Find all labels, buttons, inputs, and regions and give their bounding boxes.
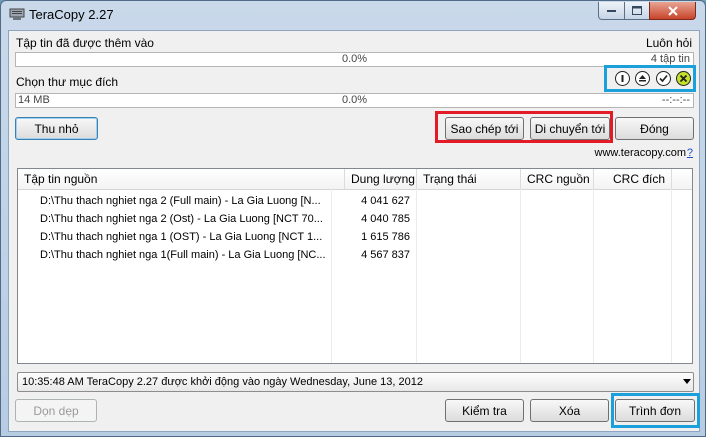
table-row[interactable]: D:\Thu thach nghiet nga 2 (Full main) - … (18, 192, 692, 210)
maximize-window-button[interactable] (624, 2, 650, 20)
row-file-name: D:\Thu thach nghiet nga 1 (OST) - La Gia… (40, 231, 323, 243)
column-size[interactable]: Dung lượng (345, 169, 417, 189)
cancel-icon[interactable] (676, 71, 691, 86)
table-row[interactable]: D:\Thu thach nghiet nga 2 (Ost) - La Gia… (18, 210, 692, 228)
row-file-size: 4 567 837 (361, 249, 410, 261)
close-icon (667, 5, 678, 16)
source-mode-link[interactable]: Luôn hỏi (646, 36, 692, 50)
clear-button[interactable]: Dọn dẹp (15, 399, 97, 422)
client-area: Tập tin đã được thêm vào Luôn hỏi 0.0% 4… (8, 30, 700, 432)
file-list[interactable]: Tập tin nguồn Dung lượng Trạng thái CRC … (17, 168, 693, 364)
status-log-text: 10:35:48 AM TeraCopy 2.27 được khởi động… (22, 376, 423, 388)
target-progress-bar: 14 MB 0.0% --:--:-- (15, 93, 694, 108)
verify-button[interactable]: Kiểm tra (445, 399, 524, 422)
delete-button[interactable]: Xóa (530, 399, 609, 422)
eject-icon[interactable] (635, 71, 650, 86)
window-title: TeraCopy 2.27 (29, 7, 114, 22)
table-row[interactable]: D:\Thu thach nghiet nga 1(Full main) - L… (18, 246, 692, 264)
maximize-icon (632, 6, 642, 15)
row-file-name: D:\Thu thach nghiet nga 2 (Ost) - La Gia… (40, 213, 323, 225)
source-progress-text: 0.0% (341, 53, 368, 65)
row-file-size: 4 040 785 (361, 213, 410, 225)
file-list-header: Tập tin nguồn Dung lượng Trạng thái CRC … (18, 169, 692, 190)
close-window-button[interactable] (649, 2, 696, 20)
copy-to-button[interactable]: Sao chép tới (445, 117, 524, 140)
column-source-file[interactable]: Tập tin nguồn (18, 169, 345, 189)
close-button[interactable]: Đóng (615, 117, 694, 140)
row-file-name: D:\Thu thach nghiet nga 1(Full main) - L… (40, 249, 326, 261)
column-crc-target[interactable]: CRC đích (594, 169, 672, 189)
table-row[interactable]: D:\Thu thach nghiet nga 1 (OST) - La Gia… (18, 228, 692, 246)
source-progress-bar: 0.0% 4 tập tin (15, 52, 694, 67)
info-icon[interactable] (615, 71, 630, 86)
minimize-icon (606, 9, 616, 12)
menu-button[interactable]: Trình đơn (615, 399, 695, 422)
teracopy-app-icon (9, 8, 25, 20)
target-time: --:--:-- (661, 94, 690, 106)
title-bar[interactable]: TeraCopy 2.27 (1, 1, 705, 29)
target-progress-text: 0.0% (341, 94, 368, 106)
check-icon[interactable] (656, 71, 671, 86)
dropdown-arrow-icon (683, 379, 691, 384)
help-link[interactable]: ? (687, 147, 693, 159)
minimize-window-button[interactable] (598, 2, 625, 20)
website-link[interactable]: www.teracopy.com (595, 147, 687, 159)
row-file-name: D:\Thu thach nghiet nga 2 (Full main) - … (40, 195, 321, 207)
column-crc-source[interactable]: CRC nguồn (521, 169, 594, 189)
app-window: TeraCopy 2.27 Tập tin đã được thêm vào L… (0, 0, 706, 437)
source-label: Tập tin đã được thêm vào (16, 36, 154, 50)
column-status[interactable]: Trạng thái (417, 169, 521, 189)
target-label: Chọn thư mục đích (16, 75, 119, 89)
move-to-button[interactable]: Di chuyển tới (530, 117, 610, 140)
row-file-size: 1 615 786 (361, 231, 410, 243)
status-log-dropdown[interactable]: 10:35:48 AM TeraCopy 2.27 được khởi động… (17, 372, 694, 392)
minimize-button[interactable]: Thu nhỏ (15, 117, 98, 140)
row-file-size: 4 041 627 (361, 195, 410, 207)
